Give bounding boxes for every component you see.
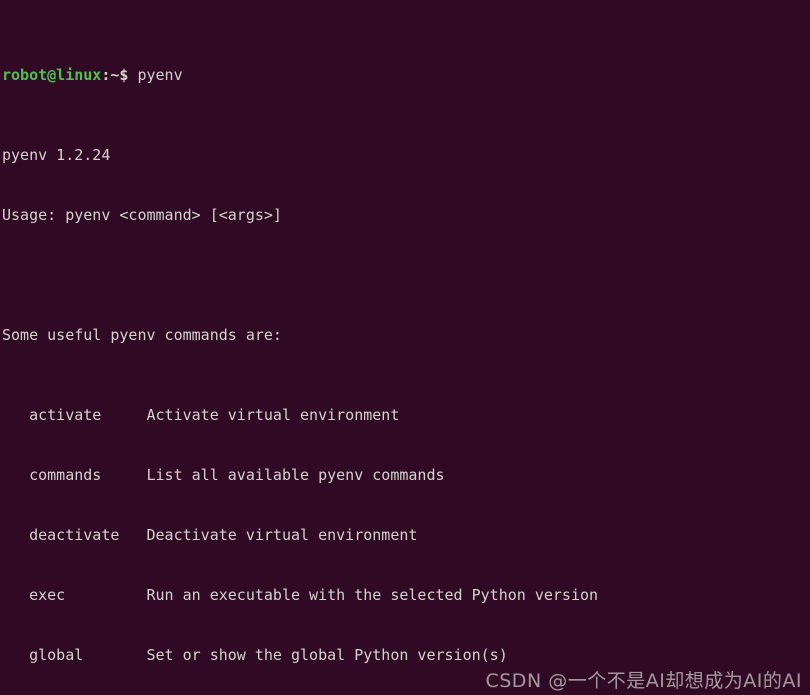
output-usage-line: Usage: pyenv <command> [<args>] — [2, 206, 282, 224]
command-row-commands: commands List all available pyenv comman… — [2, 466, 445, 484]
prompt-user-host: robot@linux — [2, 66, 102, 84]
commands-heading: Some useful pyenv commands are: — [2, 326, 282, 344]
command-row-exec: exec Run an executable with the selected… — [2, 586, 599, 604]
typed-command: pyenv — [128, 66, 183, 84]
output-version-line: pyenv 1.2.24 — [2, 146, 111, 164]
prompt-line-command: robot@linux:~$ pyenv — [2, 65, 715, 85]
command-row-global: global Set or show the global Python ver… — [2, 646, 508, 664]
prompt-suffix: :~$ — [101, 66, 129, 84]
terminal-window[interactable]: robot@linux:~$ pyenv pyenv 1.2.24 Usage:… — [0, 0, 810, 695]
terminal-screen: robot@linux:~$ pyenv pyenv 1.2.24 Usage:… — [2, 5, 715, 695]
command-row-deactivate: deactivate Deactivate virtual environmen… — [2, 526, 418, 544]
command-row-activate: activate Activate virtual environment — [2, 406, 400, 424]
